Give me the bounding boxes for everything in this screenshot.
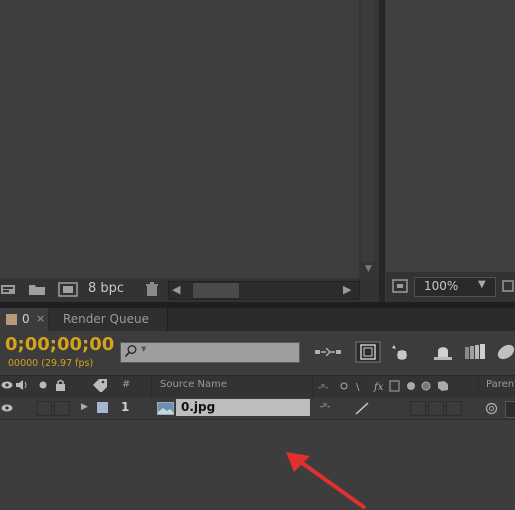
parent-dropdown[interactable] (505, 401, 515, 418)
scroll-down-arrow-icon[interactable]: ▼ (362, 262, 375, 276)
solo-dot-icon (39, 381, 47, 389)
zoom-value: 100% (424, 279, 459, 293)
motion-blur-icon[interactable] (462, 341, 488, 363)
always-preview-icon[interactable] (392, 279, 408, 293)
search-input[interactable] (120, 342, 300, 363)
trash-icon[interactable] (144, 282, 160, 297)
layer-number: 1 (121, 400, 130, 414)
frame-blending-icon[interactable] (430, 341, 456, 363)
layer-switches-icons: -ᵖ- \ fx (318, 380, 448, 392)
column-divider (151, 376, 152, 396)
panel-divider[interactable] (379, 0, 385, 302)
close-icon[interactable]: × (36, 312, 45, 325)
composition-viewer (386, 0, 515, 272)
column-number[interactable]: # (122, 379, 130, 390)
eye-icon (1, 381, 13, 389)
folder-icon[interactable] (28, 282, 46, 297)
svg-text:\: \ (356, 382, 360, 392)
composition-color-swatch (6, 314, 17, 325)
scroll-left-arrow-icon[interactable]: ◀ (172, 283, 180, 296)
solo-switch[interactable] (36, 401, 52, 416)
scrollbar-track[interactable] (362, 0, 375, 262)
bit-depth-button[interactable]: 8 bpc (88, 281, 124, 296)
layer-name: 0.jpg (181, 400, 216, 414)
label-tag-icon (93, 379, 107, 392)
timeline-empty-area (0, 420, 515, 510)
adjustment-switch[interactable] (428, 401, 444, 416)
audio-speaker-icon (16, 380, 27, 390)
new-composition-icon[interactable] (0, 282, 18, 297)
quality-switch-icon[interactable] (354, 402, 370, 415)
draft-3d-icon[interactable] (355, 341, 381, 363)
column-divider (312, 376, 313, 396)
search-options-chevron-icon[interactable]: ▼ (141, 345, 146, 353)
effect-switch[interactable] (410, 401, 426, 416)
pick-whip-icon[interactable] (485, 402, 498, 415)
column-parent[interactable]: Parent (486, 379, 515, 390)
interpret-footage-icon[interactable] (58, 282, 78, 297)
column-divider (478, 376, 479, 396)
search-icon (124, 345, 137, 358)
scrollbar-thumb[interactable] (192, 282, 240, 299)
red-annotation-arrow-icon (286, 452, 367, 510)
3d-layer-switch[interactable] (446, 401, 462, 416)
chevron-down-icon[interactable]: ▼ (478, 279, 486, 290)
shy-switch-icon[interactable]: -ᵖ- (320, 402, 330, 412)
scroll-right-arrow-icon[interactable]: ▶ (343, 283, 351, 296)
column-source-name[interactable]: Source Name (160, 379, 227, 390)
svg-text:fx: fx (373, 382, 384, 392)
current-time-display[interactable]: 0;00;00;00 (5, 334, 114, 355)
graph-editor-icon[interactable] (494, 341, 515, 363)
tab-render-queue-label: Render Queue (63, 312, 149, 326)
svg-text:-ᵖ-: -ᵖ- (318, 383, 328, 392)
crop-icon[interactable] (501, 279, 515, 293)
project-panel (0, 0, 358, 278)
lock-icon (56, 379, 65, 391)
frame-rate-readout: 00000 (29.97 fps) (8, 358, 94, 369)
visibility-eye-icon[interactable] (1, 403, 13, 413)
hide-shy-layers-icon[interactable] (388, 341, 412, 363)
lock-switch[interactable] (54, 401, 70, 416)
composition-mini-flowchart-icon[interactable] (313, 341, 343, 363)
expand-triangle-icon[interactable]: ▶ (81, 402, 88, 412)
image-footage-icon (157, 402, 174, 415)
tab-composition-label: 0 (22, 312, 30, 326)
layer-label-color[interactable] (97, 402, 108, 413)
